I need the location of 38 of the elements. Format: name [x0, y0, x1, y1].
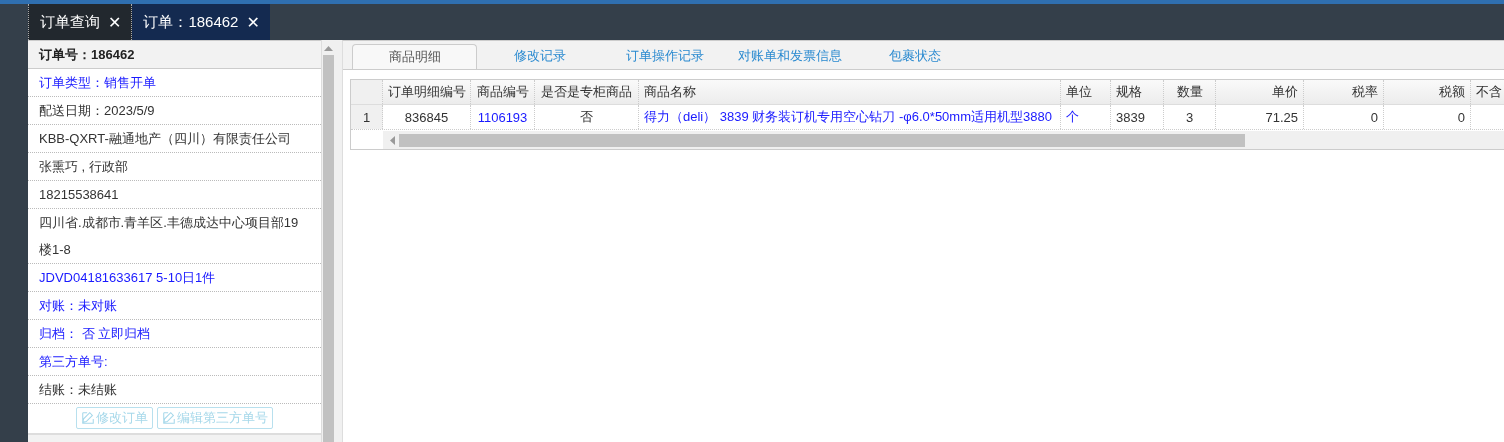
- column-header: 规格: [1111, 80, 1164, 104]
- detail-tab[interactable]: 商品明细: [352, 44, 477, 69]
- detail-tab[interactable]: 订单操作记录: [602, 43, 727, 69]
- panel-splitter[interactable]: [335, 40, 342, 442]
- close-icon[interactable]: ✕: [108, 12, 122, 32]
- table-cell: 否: [535, 105, 639, 129]
- row-number: 1: [351, 105, 383, 129]
- table-cell: 836845: [383, 105, 471, 129]
- order-number-heading: 订单号：186462: [28, 41, 321, 69]
- table-cell: 3: [1164, 105, 1216, 129]
- table-cell[interactable]: 个: [1061, 105, 1111, 129]
- column-header: 是否是专柜商品: [535, 80, 639, 104]
- table-cell[interactable]: 得力（deli） 3839 财务装订机专用空心钻刀 -φ6.0*50mm适用机型3880: [639, 105, 1061, 129]
- detail-tab[interactable]: 对账单和发票信息: [727, 43, 852, 69]
- column-header: 订单明细编号: [383, 80, 471, 104]
- edit-icon: [81, 411, 95, 425]
- table-cell[interactable]: 1106193: [471, 105, 535, 129]
- left-arrow-icon[interactable]: [389, 135, 395, 145]
- column-header: 单位: [1061, 80, 1111, 104]
- column-header: 数量: [1164, 80, 1216, 104]
- detail-tab[interactable]: 修改记录: [477, 43, 602, 69]
- column-header: 税率: [1304, 80, 1384, 104]
- column-header: 商品编号: [471, 80, 535, 104]
- column-header: 单价: [1216, 80, 1304, 104]
- close-icon[interactable]: ✕: [246, 12, 260, 32]
- edit-icon: [162, 411, 176, 425]
- table-cell: 71.25: [1216, 105, 1304, 129]
- column-header: 不含: [1471, 80, 1504, 104]
- table-cell: 0: [1384, 105, 1471, 129]
- column-header: 税额: [1384, 80, 1471, 104]
- page-tab[interactable]: 订单查询 ✕: [28, 4, 133, 40]
- table-cell: 3839: [1111, 105, 1164, 129]
- detail-tab[interactable]: 包裹状态: [852, 43, 977, 69]
- vertical-scrollbar[interactable]: [321, 40, 335, 442]
- table-cell: 0: [1304, 105, 1384, 129]
- up-arrow-icon[interactable]: [324, 45, 333, 51]
- column-header: 商品名称: [639, 80, 1061, 104]
- page-tab[interactable]: 订单：186462 ✕: [132, 4, 270, 40]
